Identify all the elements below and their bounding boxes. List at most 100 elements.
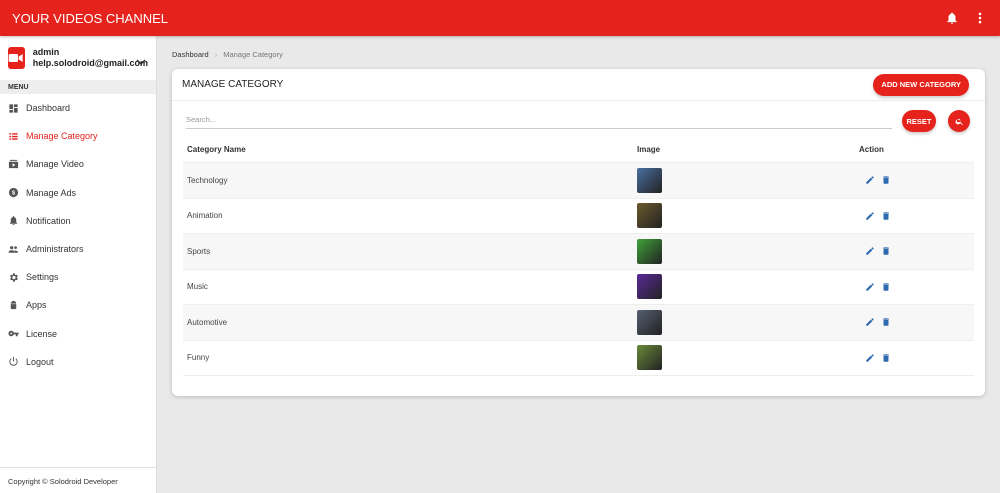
sidebar-item-manage-video[interactable]: Manage Video: [0, 150, 156, 178]
sidebar: admin help.solodroid@gmail.com MENU Dash…: [0, 36, 157, 493]
edit-icon[interactable]: [865, 282, 875, 292]
breadcrumb-separator: ›: [214, 50, 218, 59]
edit-icon[interactable]: [865, 246, 875, 256]
delete-icon[interactable]: [881, 246, 891, 256]
add-new-category-button[interactable]: ADD NEW CATEGORY: [873, 73, 969, 96]
table-row: Funny: [183, 341, 974, 376]
sidebar-menu: Dashboard Manage Category Manage Video $…: [0, 94, 156, 376]
delete-icon[interactable]: [881, 317, 891, 327]
edit-icon[interactable]: [865, 353, 875, 363]
card-header: MANAGE CATEGORY ADD NEW CATEGORY: [172, 69, 985, 101]
sidebar-item-label: Manage Video: [26, 159, 84, 170]
action-cell: [853, 353, 963, 363]
user-name: admin: [32, 47, 60, 57]
manage-category-card: MANAGE CATEGORY ADD NEW CATEGORY RESET C…: [172, 69, 985, 396]
page-title: MANAGE CATEGORY: [182, 79, 284, 90]
category-image-cell: [633, 238, 853, 264]
sidebar-item-manage-category[interactable]: Manage Category: [0, 122, 156, 150]
delete-icon[interactable]: [881, 353, 891, 363]
settings-icon: [8, 272, 19, 283]
sidebar-item-notification[interactable]: Notification: [0, 207, 156, 235]
monetization-icon: $: [8, 187, 19, 198]
delete-icon[interactable]: [881, 175, 891, 185]
sidebar-item-label: Notification: [26, 215, 71, 226]
chevron-down-icon[interactable]: [136, 54, 146, 65]
sidebar-item-dashboard[interactable]: Dashboard: [0, 94, 156, 122]
category-thumbnail: [637, 203, 662, 229]
sidebar-item-label: Logout: [26, 356, 54, 367]
table-row: Sports: [183, 234, 974, 270]
sidebar-item-label: Dashboard: [26, 103, 71, 114]
category-thumbnail: [637, 345, 662, 371]
category-thumbnail: [637, 309, 662, 335]
search-icon[interactable]: [948, 110, 970, 132]
reset-button[interactable]: RESET: [902, 110, 936, 132]
edit-icon[interactable]: [865, 317, 875, 327]
topbar-actions: [944, 10, 988, 26]
svg-text:$: $: [12, 191, 15, 197]
sidebar-item-logout[interactable]: Logout: [0, 348, 156, 376]
category-image-cell: [633, 274, 853, 300]
list-icon: [8, 131, 19, 142]
sidebar-footer: Copyright © Solodroid Developer: [0, 467, 156, 493]
sidebar-item-label: Manage Category: [26, 131, 98, 142]
sidebar-item-administrators[interactable]: Administrators: [0, 235, 156, 263]
app-title: YOUR VIDEOS CHANNEL: [12, 10, 169, 26]
sidebar-item-label: License: [26, 328, 58, 339]
table-row: Technology: [183, 163, 974, 199]
category-thumbnail: [637, 274, 662, 300]
sidebar-item-manage-ads[interactable]: $ Manage Ads: [0, 179, 156, 207]
edit-icon[interactable]: [865, 211, 875, 221]
bell-icon: [8, 215, 19, 226]
category-name: Music: [187, 282, 208, 292]
more-vert-icon[interactable]: [972, 10, 988, 26]
notification-bell-icon[interactable]: [944, 10, 960, 26]
sidebar-item-apps[interactable]: Apps: [0, 291, 156, 319]
category-name: Technology: [187, 175, 228, 185]
dashboard-icon: [8, 103, 19, 114]
column-header-category-name: Category Name: [187, 145, 246, 154]
column-header-image: Image: [637, 145, 661, 154]
search-row: RESET: [172, 101, 985, 137]
edit-icon[interactable]: [865, 175, 875, 185]
table-row: Animation: [183, 199, 974, 234]
people-icon: [8, 244, 19, 255]
sidebar-item-label: Manage Ads: [26, 187, 77, 198]
action-cell: [853, 317, 963, 327]
table-row: Automotive: [183, 305, 974, 341]
user-email: help.solodroid@gmail.com: [32, 58, 148, 68]
action-cell: [853, 282, 963, 292]
table-header: Category Name Image Action: [183, 137, 974, 163]
category-image-cell: [633, 309, 853, 335]
app-logo-icon: [8, 47, 25, 69]
category-table: Category Name Image Action Technology Ani…: [183, 137, 974, 376]
search-input[interactable]: [186, 111, 892, 129]
sidebar-item-label: Settings: [26, 272, 59, 283]
category-thumbnail: [637, 238, 662, 264]
delete-icon[interactable]: [881, 282, 891, 292]
delete-icon[interactable]: [881, 211, 891, 221]
category-thumbnail: [637, 167, 662, 193]
category-name: Sports: [187, 246, 211, 256]
breadcrumb-current: Manage Category: [223, 50, 283, 59]
category-name: Automotive: [187, 317, 228, 327]
sidebar-item-label: Administrators: [26, 244, 84, 255]
action-cell: [853, 175, 963, 185]
sidebar-item-license[interactable]: License: [0, 320, 156, 348]
category-name: Animation: [187, 211, 223, 221]
key-icon: [8, 328, 19, 339]
sidebar-item-settings[interactable]: Settings: [0, 263, 156, 291]
breadcrumb-dashboard[interactable]: Dashboard: [172, 50, 209, 59]
column-header-action: Action: [859, 145, 884, 154]
table-body: Technology Animation Sports Music Automotive…: [183, 163, 974, 376]
category-image-cell: [633, 167, 853, 193]
category-image-cell: [633, 203, 853, 229]
user-info: admin help.solodroid@gmail.com: [0, 36, 156, 80]
action-cell: [853, 211, 963, 221]
table-row: Music: [183, 270, 974, 305]
menu-header: MENU: [0, 80, 156, 94]
category-image-cell: [633, 345, 853, 371]
action-cell: [853, 246, 963, 256]
power-icon: [8, 356, 19, 367]
top-app-bar: YOUR VIDEOS CHANNEL: [0, 0, 1000, 36]
